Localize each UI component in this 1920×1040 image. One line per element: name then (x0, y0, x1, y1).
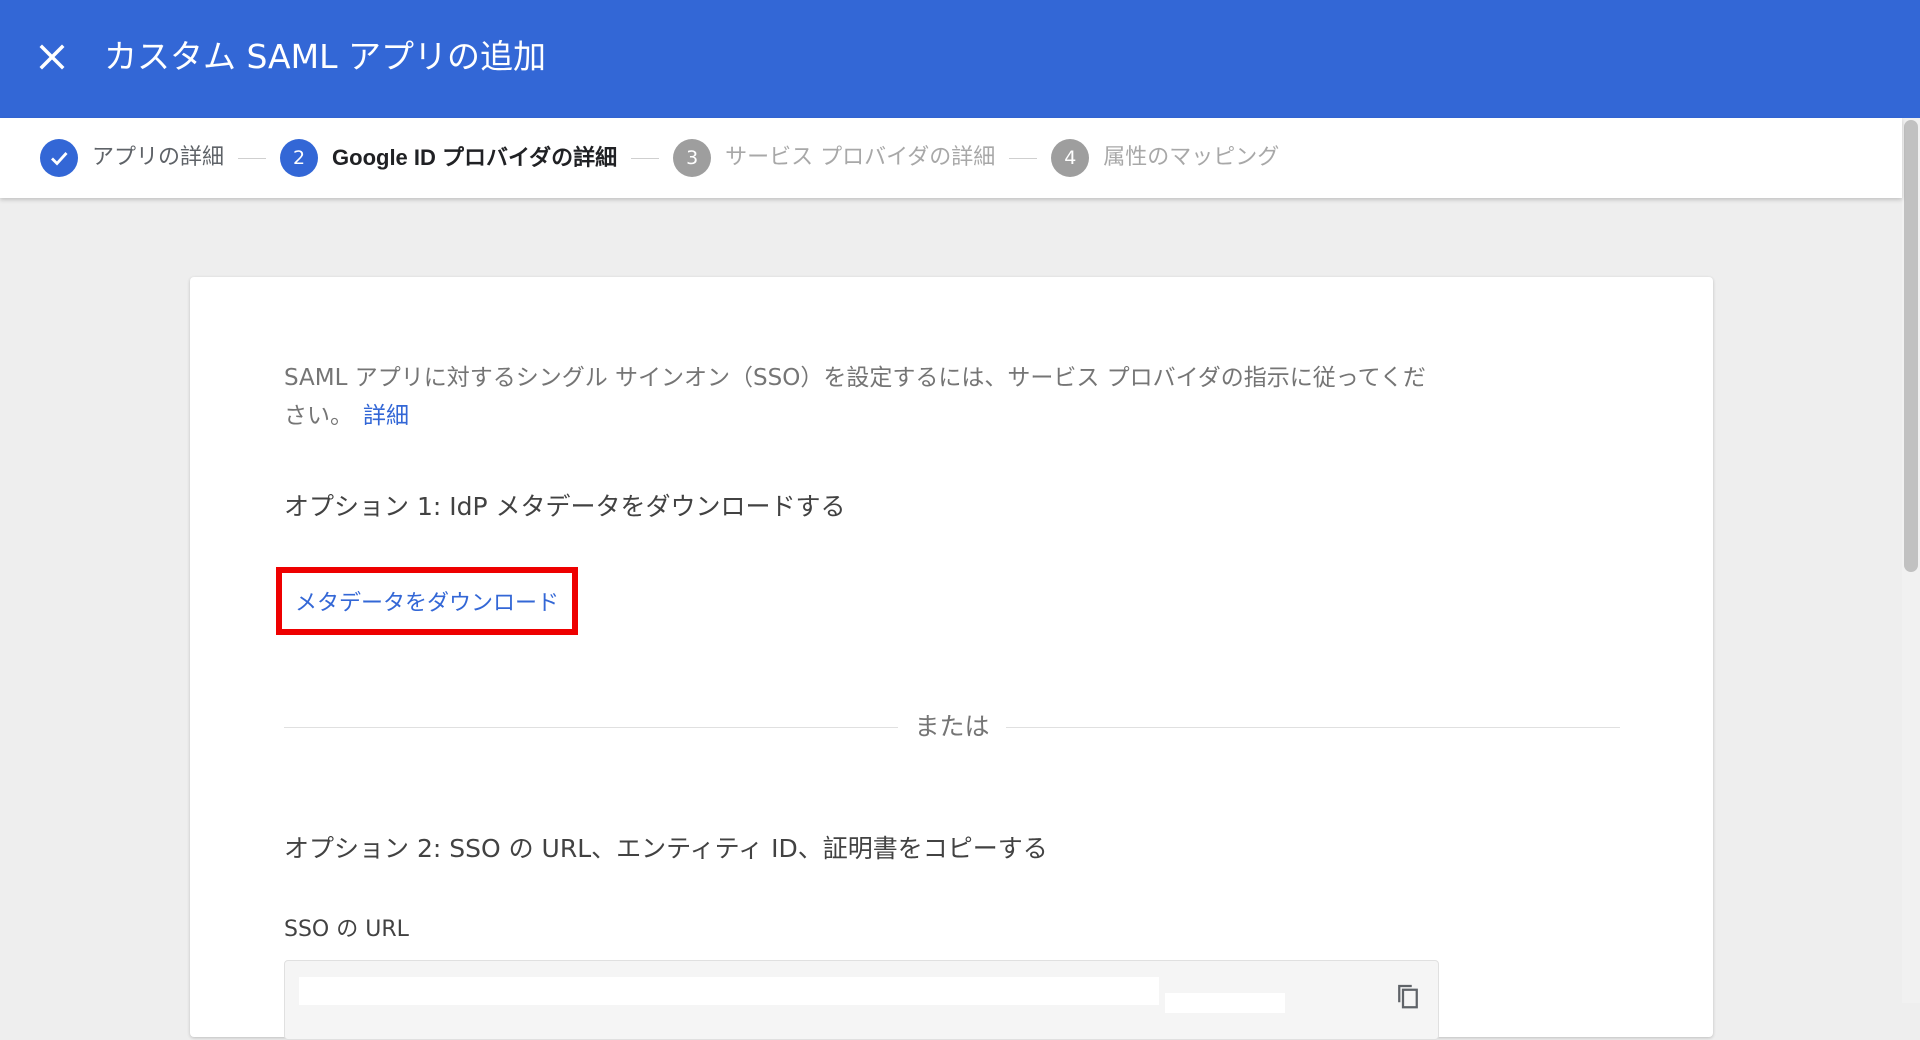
intro-body: SAML アプリに対するシングル サインオン（SSO）を設定するには、サービス … (284, 365, 1426, 429)
step-sp-details[interactable]: 3 サービス プロバイダの詳細 (673, 139, 995, 177)
learn-more-link[interactable]: 詳細 (363, 403, 409, 429)
step-label: アプリの詳細 (92, 145, 225, 170)
copy-button[interactable] (1393, 981, 1423, 1011)
step-separator (238, 157, 267, 159)
check-icon (51, 152, 68, 166)
or-divider: または (284, 710, 1620, 744)
sso-url-value (299, 977, 1159, 1005)
step-label: Google ID プロバイダの詳細 (332, 145, 618, 170)
sso-url-value-redacted (1165, 993, 1285, 1013)
step-separator (1009, 157, 1038, 159)
step-number-badge: 3 (673, 139, 712, 177)
step-separator (631, 157, 660, 159)
content-card: SAML アプリに対するシングル サインオン（SSO）を設定するには、サービス … (190, 277, 1713, 1040)
option-1-heading: オプション 1: IdP メタデータをダウンロードする (284, 492, 846, 521)
sso-url-field[interactable] (284, 960, 1439, 1040)
stepper: アプリの詳細 2 Google ID プロバイダの詳細 3 サービス プロバイダ… (0, 118, 1902, 198)
close-icon (39, 44, 65, 70)
divider-line (284, 727, 898, 728)
step-idp-details[interactable]: 2 Google ID プロバイダの詳細 (280, 139, 617, 177)
step-attribute-mapping[interactable]: 4 属性のマッピング (1051, 139, 1279, 177)
step-number-badge: 4 (1051, 139, 1090, 177)
sso-url-label: SSO の URL (284, 917, 409, 942)
step-complete-badge (40, 139, 78, 177)
download-metadata-button[interactable]: メタデータをダウンロード (288, 577, 566, 625)
step-number-badge: 2 (280, 139, 319, 177)
page-title: カスタム SAML アプリの追加 (104, 37, 546, 76)
close-button[interactable] (34, 39, 70, 75)
divider-text: または (914, 712, 990, 741)
option-2-heading: オプション 2: SSO の URL、エンティティ ID、証明書をコピーする (284, 834, 1048, 863)
copy-icon (1398, 984, 1418, 1009)
app-header: カスタム SAML アプリの追加 (0, 0, 1920, 118)
step-app-details[interactable]: アプリの詳細 (40, 139, 224, 177)
step-label: サービス プロバイダの詳細 (725, 145, 996, 170)
divider-line (1006, 727, 1620, 728)
step-label: 属性のマッピング (1103, 145, 1280, 170)
scrollbar-thumb[interactable] (1904, 120, 1918, 572)
intro-text: SAML アプリに対するシングル サインオン（SSO）を設定するには、サービス … (284, 359, 1434, 435)
highlight-box: メタデータをダウンロード (276, 567, 578, 635)
